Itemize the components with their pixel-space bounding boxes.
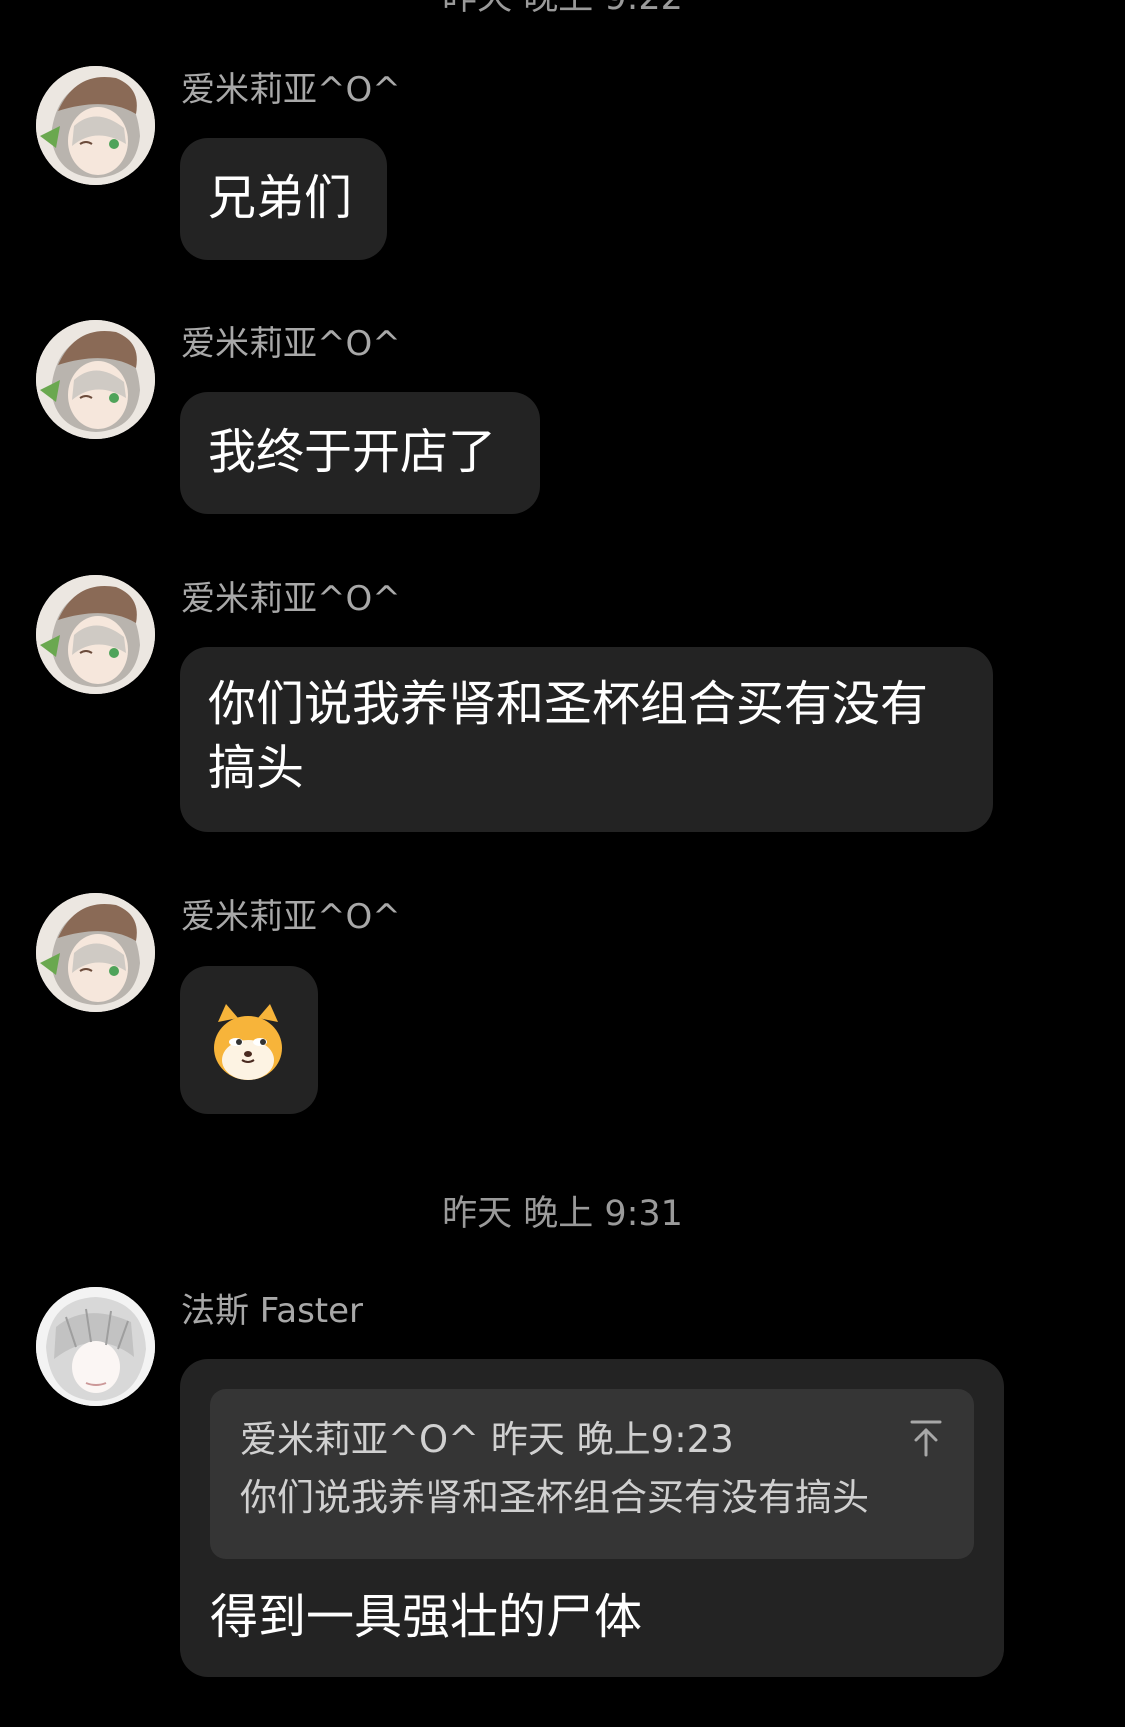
- shiba-dog-sticker-icon: [210, 1002, 286, 1084]
- message-text: 我终于开店了: [208, 424, 497, 480]
- message-text: 你们说我养肾和圣杯组合买有没有搞头: [208, 676, 929, 796]
- message-text: 兄弟们: [208, 170, 353, 226]
- message-bubble[interactable]: 你们说我养肾和圣杯组合买有没有搞头: [180, 647, 993, 832]
- quote-text: 你们说我养肾和圣杯组合买有没有搞头: [240, 1476, 869, 1519]
- message-bubble[interactable]: [180, 966, 318, 1114]
- timestamp-top: 昨天 晚上 9:22: [0, 0, 1125, 20]
- sender-name: 爱米莉亚^O^: [181, 897, 401, 937]
- message-text: 得到一具强壮的尸体: [210, 1589, 643, 1645]
- message-bubble[interactable]: 我终于开店了: [180, 392, 540, 514]
- message-bubble[interactable]: 兄弟们: [180, 138, 387, 260]
- sender-name: 法斯 Faster: [181, 1291, 364, 1331]
- avatar[interactable]: [36, 66, 155, 185]
- message-bubble[interactable]: 爱米莉亚^O^ 昨天 晚上9:23 你们说我养肾和圣杯组合买有没有搞头 得到一具…: [180, 1359, 1004, 1677]
- avatar[interactable]: [36, 893, 155, 1012]
- avatar[interactable]: [36, 575, 155, 694]
- sender-name: 爱米莉亚^O^: [181, 70, 401, 110]
- sender-name: 爱米莉亚^O^: [181, 579, 401, 619]
- avatar[interactable]: [36, 320, 155, 439]
- avatar[interactable]: [36, 1287, 155, 1406]
- quote-header: 爱米莉亚^O^ 昨天 晚上9:23: [240, 1418, 734, 1461]
- sender-name: 爱米莉亚^O^: [181, 324, 401, 364]
- jump-to-top-icon[interactable]: [908, 1419, 944, 1457]
- timestamp: 昨天 晚上 9:31: [442, 1194, 683, 1234]
- quoted-message[interactable]: 爱米莉亚^O^ 昨天 晚上9:23 你们说我养肾和圣杯组合买有没有搞头: [210, 1389, 974, 1559]
